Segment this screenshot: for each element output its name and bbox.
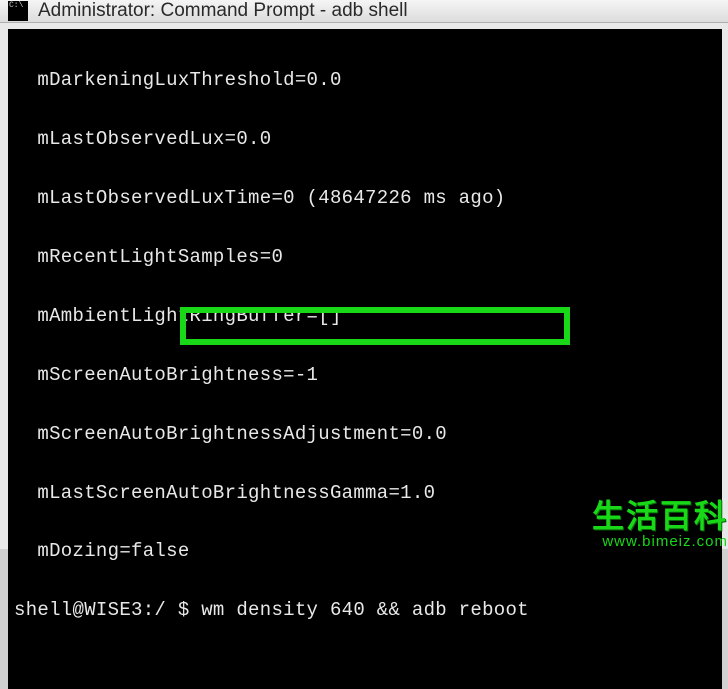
- output-line: mDarkeningLuxThreshold=0.0: [14, 66, 718, 95]
- watermark: 生活百科 www.bimeiz.com: [592, 500, 728, 549]
- output-line: mScreenAutoBrightnessAdjustment=0.0: [14, 420, 718, 449]
- shell-prompt: shell@WISE3:/ $: [14, 599, 201, 621]
- window-title: Administrator: Command Prompt - adb shel…: [38, 0, 408, 22]
- terminal-output[interactable]: mDarkeningLuxThreshold=0.0 mLastObserved…: [8, 29, 722, 689]
- shell-command[interactable]: wm density 640 && adb reboot: [201, 599, 529, 621]
- title-bar[interactable]: Administrator: Command Prompt - adb shel…: [0, 0, 728, 23]
- output-line: mScreenAutoBrightness=-1: [14, 361, 718, 390]
- watermark-text-top: 生活百科: [592, 500, 728, 532]
- output-line: mLastObservedLux=0.0: [14, 125, 718, 154]
- watermark-text-bottom: www.bimeiz.com: [592, 534, 728, 549]
- cmd-icon: [8, 1, 28, 21]
- output-line: mLastObservedLuxTime=0 (48647226 ms ago): [14, 184, 718, 213]
- output-line: mRecentLightSamples=0: [14, 243, 718, 272]
- command-prompt-window: Administrator: Command Prompt - adb shel…: [0, 0, 728, 549]
- output-line: mAmbientLightRingBuffer=[]: [14, 302, 718, 331]
